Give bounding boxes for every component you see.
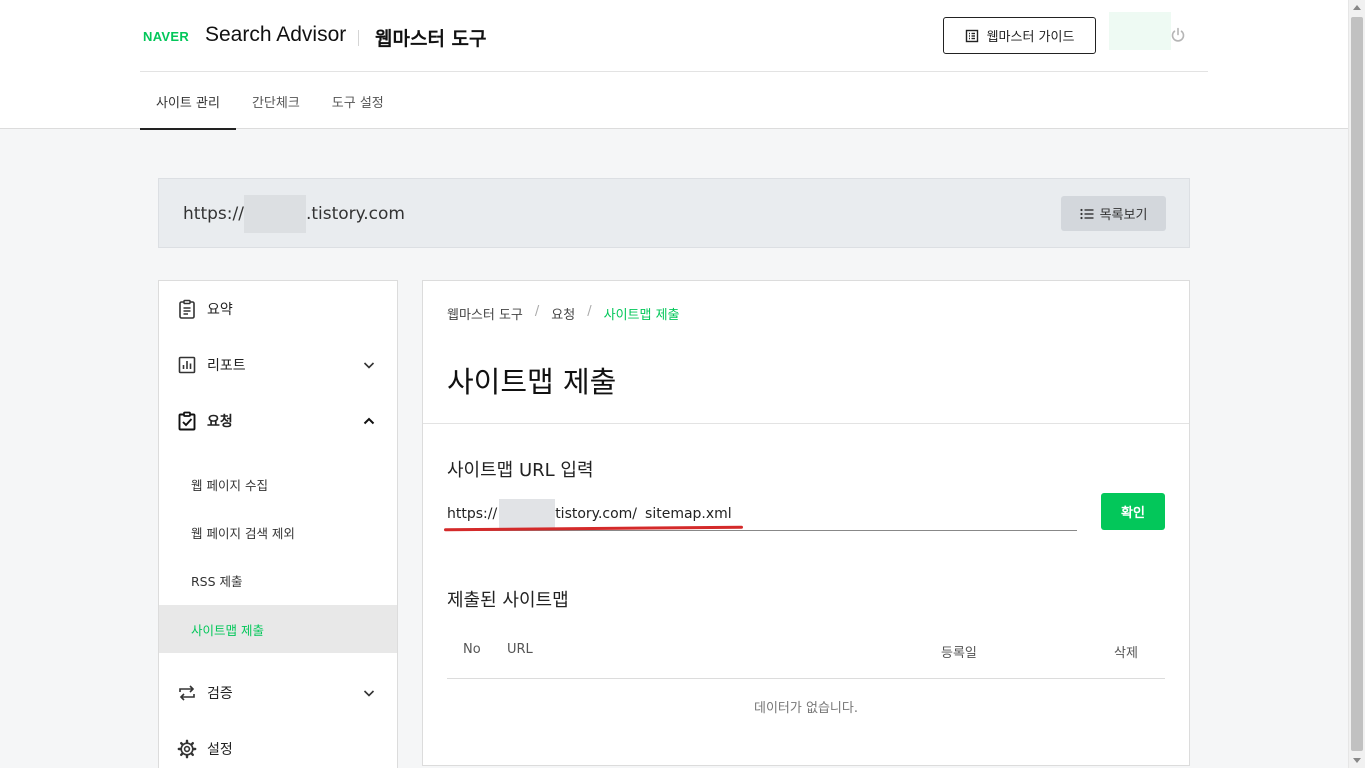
scroll-thumb[interactable] [1351, 17, 1363, 751]
confirm-button[interactable]: 확인 [1101, 493, 1165, 530]
breadcrumb-separator: / [587, 304, 592, 319]
sidebar-item-label: 리포트 [207, 358, 246, 374]
user-avatar[interactable] [1109, 12, 1171, 50]
sidebar: 요약 리포트 요청 웹 페이지 수집 웹 페이지 검색 제외 RSS 제출 사이… [158, 280, 398, 768]
webmaster-guide-label: 웹마스터 가이드 [986, 30, 1075, 45]
sidebar-item-label: 요약 [207, 302, 233, 318]
section-divider [423, 423, 1189, 424]
bar-chart-icon [178, 356, 196, 374]
sidebar-item-summary[interactable]: 요약 [159, 281, 397, 337]
brand-divider [358, 30, 359, 46]
tool-title[interactable]: 웹마스터 도구 [375, 24, 487, 51]
redacted-block [243, 195, 306, 233]
column-header-delete: 삭제 [1114, 646, 1138, 661]
site-url: https:// .tistory.com [183, 195, 405, 233]
submitted-sitemaps-table: No URL 등록일 삭제 데이터가 없습니다. [447, 627, 1165, 716]
sidebar-item-label: 설정 [207, 742, 233, 758]
webmaster-guide-button[interactable]: 웹마스터 가이드 [943, 17, 1096, 54]
chevron-up-icon [363, 417, 375, 425]
naver-logo[interactable]: NAVER [143, 29, 189, 44]
power-icon[interactable] [1169, 26, 1187, 44]
sidebar-item-label: 검증 [207, 686, 233, 702]
list-view-label: 목록보기 [1099, 208, 1148, 223]
sidebar-subitem-web-page-exclude[interactable]: 웹 페이지 검색 제외 [159, 508, 397, 556]
site-url-suffix: .tistory.com [305, 204, 405, 224]
chevron-down-icon [363, 362, 375, 369]
main-nav: 사이트 관리 간단체크 도구 설정 [140, 73, 400, 130]
submitted-sitemaps-title: 제출된 사이트맵 [447, 590, 569, 611]
main-panel: 웹마스터 도구 / 요청 / 사이트맵 제출 사이트맵 제출 사이트맵 URL … [422, 280, 1190, 766]
repeat-icon [179, 685, 195, 701]
sidebar-item-request[interactable]: 요청 [159, 393, 397, 449]
page-header: NAVER Search Advisor 웹마스터 도구 웹마스터 가이드 사이… [0, 0, 1348, 130]
document-list-icon [965, 29, 978, 42]
sitemap-path-input[interactable] [645, 505, 846, 522]
breadcrumb-item[interactable]: 웹마스터 도구 [447, 304, 523, 323]
clipboard-icon [179, 299, 195, 319]
column-header-url: URL [507, 642, 533, 657]
list-view-button[interactable]: 목록보기 [1061, 196, 1166, 231]
site-bar: https:// .tistory.com 목록보기 [158, 178, 1190, 248]
table-header: No URL 등록일 삭제 [447, 627, 1165, 679]
sitemap-url-section-title: 사이트맵 URL 입력 [447, 460, 594, 481]
header-inner: NAVER Search Advisor 웹마스터 도구 웹마스터 가이드 사이… [140, 0, 1208, 130]
breadcrumb-current: 사이트맵 제출 [603, 308, 680, 323]
checklist-icon [178, 411, 196, 431]
breadcrumb: 웹마스터 도구 / 요청 / 사이트맵 제출 [447, 304, 680, 323]
tab-tool-settings[interactable]: 도구 설정 [316, 73, 400, 129]
empty-table-message: 데이터가 없습니다. [754, 701, 858, 716]
sidebar-item-report[interactable]: 리포트 [159, 337, 397, 393]
scroll-down-arrow-icon[interactable] [1353, 758, 1361, 763]
sidebar-subitem-rss-submit[interactable]: RSS 제출 [159, 556, 397, 604]
sidebar-item-verify[interactable]: 검증 [159, 665, 397, 721]
page-scrollbar[interactable] [1348, 0, 1365, 768]
column-header-date: 등록일 [941, 646, 977, 661]
tab-site-management[interactable]: 사이트 관리 [140, 73, 236, 130]
column-header-no: No [463, 642, 481, 657]
site-url-prefix: https:// [183, 204, 244, 224]
tab-quick-check[interactable]: 간단체크 [236, 73, 316, 129]
page-title: 사이트맵 제출 [447, 365, 617, 399]
list-icon [1079, 208, 1094, 219]
sidebar-item-label: 요청 [207, 414, 233, 430]
breadcrumb-item[interactable]: 요청 [551, 304, 575, 323]
redacted-block [499, 498, 556, 529]
breadcrumb-separator: / [534, 304, 540, 319]
sidebar-item-settings[interactable]: 설정 [159, 721, 397, 768]
gear-icon [177, 739, 197, 759]
chevron-down-icon [363, 690, 375, 697]
header-top-row: NAVER Search Advisor 웹마스터 도구 웹마스터 가이드 [140, 0, 1208, 72]
sitemap-url-suffix: tistory.com/ [555, 505, 638, 522]
sidebar-subitem-web-page-collect[interactable]: 웹 페이지 수집 [159, 460, 397, 508]
sidebar-subitem-sitemap-submit[interactable]: 사이트맵 제출 [159, 605, 397, 653]
sitemap-url-prefix: https:// [447, 505, 498, 522]
brand-name[interactable]: Search Advisor [205, 23, 346, 47]
scroll-up-arrow-icon[interactable] [1353, 5, 1361, 10]
sitemap-url-field[interactable]: https:// tistory.com/ [447, 497, 1077, 531]
